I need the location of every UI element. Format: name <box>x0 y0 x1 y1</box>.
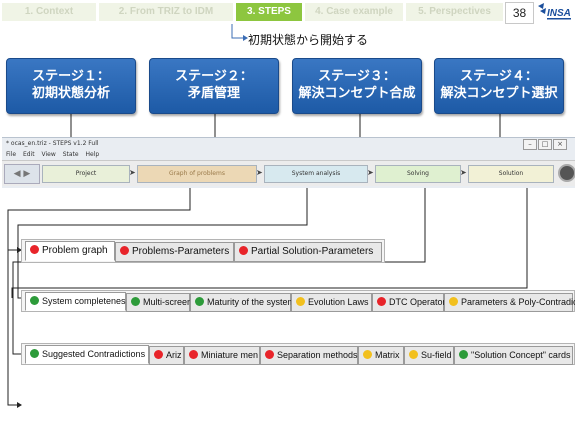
stage-4-title: 解決コンセプト選択 <box>440 86 558 101</box>
tab-label: Su-field <box>421 350 452 360</box>
arrow-right-icon: ➤ <box>367 168 374 177</box>
status-dot-yellow-icon <box>363 350 372 359</box>
tab-label: Multi-screen <box>143 297 193 307</box>
step-solution[interactable]: Solution <box>468 165 554 183</box>
tab-label: Maturity of the system <box>207 297 296 307</box>
stage-3-number: ステージ３： <box>318 69 396 84</box>
status-dot-green-icon <box>131 297 140 306</box>
status-dot-yellow-icon <box>449 297 458 306</box>
status-dot-red-icon <box>120 246 129 255</box>
step-project[interactable]: Project <box>42 165 130 183</box>
tab-problem-graph[interactable]: Problem graph <box>25 241 115 261</box>
minimize-button[interactable]: – <box>523 139 537 150</box>
stage-3-title: 解決コンセプト合成 <box>298 86 416 101</box>
stage-4-number: ステージ４： <box>460 69 538 84</box>
status-dot-yellow-icon <box>409 350 418 359</box>
tab-label: Problem graph <box>42 245 108 256</box>
arrow-right-icon: ➤ <box>256 168 263 177</box>
tab-multi-screen[interactable]: Multi-screen <box>126 293 193 312</box>
step-graph-of-problems[interactable]: Graph of problems <box>137 165 257 183</box>
tab-ariz[interactable]: Ariz <box>149 346 184 365</box>
status-dot-green-icon <box>195 297 204 306</box>
stage-2-number: ステージ２： <box>175 69 253 84</box>
step-solving[interactable]: Solving <box>375 165 461 183</box>
tab-label: Matrix <box>375 350 400 360</box>
menu-help[interactable]: Help <box>86 151 100 158</box>
solving-tabs: Suggested Contradictions Ariz Miniature … <box>21 343 575 365</box>
subtitle: 初期状態から開始する <box>248 33 369 47</box>
tab-label: Separation methods <box>277 350 358 360</box>
tab-label: Problems-Parameters <box>132 246 230 257</box>
tab-suggested-contradictions[interactable]: Suggested Contradictions <box>25 345 149 364</box>
tab-separation-methods[interactable]: Separation methods <box>260 346 358 365</box>
tab-partial-solution-parameters[interactable]: Partial Solution-Parameters <box>234 242 382 262</box>
status-dot-green-icon <box>30 296 39 305</box>
tab-dtc-operator[interactable]: DTC Operator <box>372 293 446 312</box>
stage-3-box: ステージ３： 解決コンセプト合成 <box>292 58 422 114</box>
tab-label: Evolution Laws <box>308 297 369 307</box>
tab-label: DTC Operator <box>389 297 446 307</box>
tab-label: Parameters & Poly-Contradictions <box>461 297 575 307</box>
back-forward-buttons[interactable]: ◀ ▶ <box>4 164 40 184</box>
stage-4-box: ステージ４： 解決コンセプト選択 <box>434 58 564 114</box>
window-title: * ocas_en.triz - STEPS v1.2 Full <box>6 140 99 147</box>
tab-label: Suggested Contradictions <box>42 349 146 359</box>
tab-maturity-of-the-system[interactable]: Maturity of the system <box>190 293 295 312</box>
close-button[interactable]: × <box>553 139 567 150</box>
menu-edit[interactable]: Edit <box>23 151 35 158</box>
stage-1-number: ステージ１： <box>32 69 110 84</box>
status-dot-red-icon <box>30 245 39 254</box>
tab-solution-concept-cards[interactable]: "Solution Concept" cards <box>454 346 573 365</box>
stage-2-title: 矛盾管理 <box>187 86 240 101</box>
stage-1-title: 初期状態分析 <box>31 86 110 101</box>
stage-1-box: ステージ１： 初期状態分析 <box>6 58 136 114</box>
tab-system-completeness[interactable]: System completeness <box>25 292 130 311</box>
menu-file[interactable]: File <box>6 151 16 158</box>
status-dot-red-icon <box>239 246 248 255</box>
status-dot-yellow-icon <box>296 297 305 306</box>
arrow-right-icon: ➤ <box>460 168 467 177</box>
step-bar: ◀ ▶ Project ➤ Graph of problems ➤ System… <box>2 160 575 186</box>
tab-su-field[interactable]: Su-field <box>404 346 454 365</box>
status-dot-red-icon <box>377 297 386 306</box>
window-controls: – □ × <box>522 139 567 150</box>
record-button-icon[interactable] <box>558 164 575 182</box>
maximize-button[interactable]: □ <box>538 139 552 150</box>
tab-label: System completeness <box>42 296 131 306</box>
tab-label: Miniature men <box>201 350 259 360</box>
menu-view[interactable]: View <box>42 151 56 158</box>
status-dot-red-icon <box>265 350 274 359</box>
tab-miniature-men[interactable]: Miniature men <box>184 346 260 365</box>
menu-bar: File Edit View State Help <box>6 151 104 158</box>
stage-2-box: ステージ２： 矛盾管理 <box>149 58 279 114</box>
arrow-right-icon: ➤ <box>129 168 136 177</box>
tab-evolution-laws[interactable]: Evolution Laws <box>291 293 372 312</box>
tab-parameters-poly-contradictions[interactable]: Parameters & Poly-Contradictions <box>444 293 575 312</box>
tab-problems-parameters[interactable]: Problems-Parameters <box>115 242 234 262</box>
steps-app-window: * ocas_en.triz - STEPS v1.2 Full – □ × Fil… <box>2 137 575 188</box>
step-system-analysis[interactable]: System analysis <box>264 165 368 183</box>
status-dot-red-icon <box>189 350 198 359</box>
tab-label: "Solution Concept" cards <box>471 350 571 360</box>
status-dot-green-icon <box>30 349 39 358</box>
status-dot-green-icon <box>459 350 468 359</box>
problem-graph-tabs: Problem graph Problems-Parameters Partia… <box>21 239 385 263</box>
system-analysis-tabs: System completeness Multi-screen Maturit… <box>21 290 575 312</box>
menu-state[interactable]: State <box>63 151 79 158</box>
tab-label: Ariz <box>166 350 182 360</box>
status-dot-red-icon <box>154 350 163 359</box>
tab-label: Partial Solution-Parameters <box>251 246 374 257</box>
tab-matrix[interactable]: Matrix <box>358 346 404 365</box>
